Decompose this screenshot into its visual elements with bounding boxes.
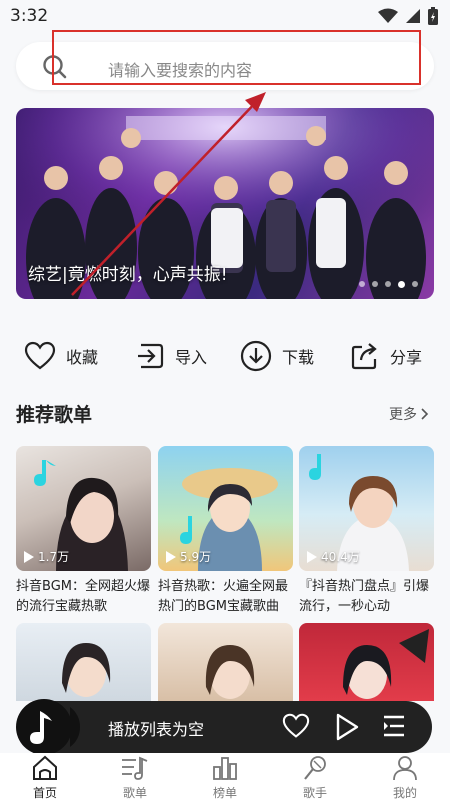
- tab-charts-label: 榜单: [212, 786, 237, 800]
- cover-art: [205, 645, 255, 699]
- playlist-card[interactable]: 1.7万 抖音BGM：全网超火爆的流行宝藏热歌: [16, 446, 151, 617]
- download-label: 下载: [282, 348, 315, 367]
- music-note-icon: [16, 699, 81, 755]
- banner[interactable]: 综艺|竟燃时刻，心声共振!: [16, 108, 434, 299]
- play-icon: [166, 550, 176, 563]
- chart-icon: [213, 757, 237, 780]
- play-count-value: 40.4万: [321, 550, 360, 564]
- banner-caption: 综艺|竟燃时刻，心声共振!: [28, 265, 228, 285]
- playlist-title[interactable]: 抖音BGM：全网超火爆的流行宝藏热歌: [16, 577, 151, 617]
- banner-pagination: [359, 281, 418, 288]
- microphone-icon: [304, 756, 326, 780]
- tab-home-label: 首页: [32, 786, 57, 800]
- play-icon: [24, 550, 34, 563]
- share-icon: [351, 343, 377, 370]
- playlist-card[interactable]: 40.4万 『抖音热门盘点』引爆流行，一秒心动: [299, 446, 434, 617]
- playlist-cover: 1.7万: [16, 446, 151, 571]
- banner-dot: [412, 281, 418, 287]
- cover-art: [62, 643, 111, 697]
- play-button[interactable]: [335, 713, 359, 741]
- like-button[interactable]: [282, 713, 310, 739]
- bottom-tab-bar: 首页 歌单 榜单 歌手 我的: [0, 753, 450, 801]
- playlist-cover: 40.4万: [299, 446, 434, 571]
- playlist-title[interactable]: 抖音热歌：火遍全网最热门的BGM宝藏歌曲: [158, 577, 293, 617]
- home-icon: [33, 755, 57, 780]
- playlist-icon: [122, 756, 148, 780]
- playlist-queue-button[interactable]: [382, 713, 406, 739]
- playlist-title[interactable]: 『抖音热门盘点』引爆流行，一秒心动: [299, 577, 434, 617]
- banner-dot-active: [398, 281, 405, 288]
- banner-dot: [385, 281, 391, 287]
- download-button[interactable]: 下载: [240, 336, 314, 376]
- play-count-value: 1.7万: [38, 550, 70, 564]
- chevron-right-icon: [421, 408, 429, 420]
- playlist-cover-partial[interactable]: [299, 623, 434, 701]
- play-count-value: 5.9万: [180, 550, 212, 564]
- search-highlight-box: [52, 30, 421, 85]
- banner-dot: [372, 281, 378, 287]
- tab-playlists[interactable]: 歌单: [90, 753, 180, 801]
- playlist-card[interactable]: 5.9万 抖音热歌：火遍全网最热门的BGM宝藏歌曲: [158, 446, 293, 617]
- playlist-cover: 5.9万: [158, 446, 293, 571]
- mini-player-text: 播放列表为空: [108, 720, 205, 739]
- status-icons: [378, 7, 438, 25]
- import-icon: [138, 343, 164, 369]
- play-count: 5.9万: [166, 548, 211, 565]
- battery-icon: [428, 7, 438, 25]
- cover-art: [343, 629, 429, 699]
- tab-artists[interactable]: 歌手: [270, 753, 360, 801]
- import-button[interactable]: 导入: [135, 336, 207, 376]
- tab-profile-label: 我的: [392, 786, 417, 800]
- user-icon: [393, 756, 417, 781]
- more-link[interactable]: 更多: [389, 404, 429, 424]
- import-label: 导入: [175, 348, 208, 367]
- share-button[interactable]: 分享: [350, 336, 422, 376]
- tab-home[interactable]: 首页: [0, 753, 90, 801]
- tab-playlists-label: 歌单: [122, 786, 147, 800]
- more-label: 更多: [389, 407, 417, 423]
- favorite-button[interactable]: 收藏: [24, 336, 98, 376]
- status-time: 3:32: [10, 6, 49, 26]
- play-count: 40.4万: [307, 548, 360, 565]
- share-label: 分享: [390, 348, 423, 367]
- tab-charts[interactable]: 榜单: [180, 753, 270, 801]
- mini-player[interactable]: 播放列表为空: [16, 699, 432, 755]
- tab-artists-label: 歌手: [302, 786, 327, 800]
- quick-actions: 收藏 导入 下载 分享: [0, 336, 450, 376]
- play-count: 1.7万: [24, 548, 69, 565]
- wifi-icon: [378, 8, 398, 23]
- section-title: 推荐歌单: [16, 404, 93, 426]
- tab-profile[interactable]: 我的: [360, 753, 450, 801]
- playlist-cover-partial[interactable]: [158, 623, 293, 701]
- heart-icon: [24, 341, 56, 370]
- play-icon: [307, 550, 317, 563]
- status-bar: 3:32: [0, 0, 450, 32]
- playlist-cover-partial[interactable]: [16, 623, 151, 701]
- favorite-label: 收藏: [66, 348, 99, 367]
- signal-icon: [406, 9, 420, 23]
- banner-dot: [359, 281, 365, 287]
- download-icon: [240, 340, 272, 372]
